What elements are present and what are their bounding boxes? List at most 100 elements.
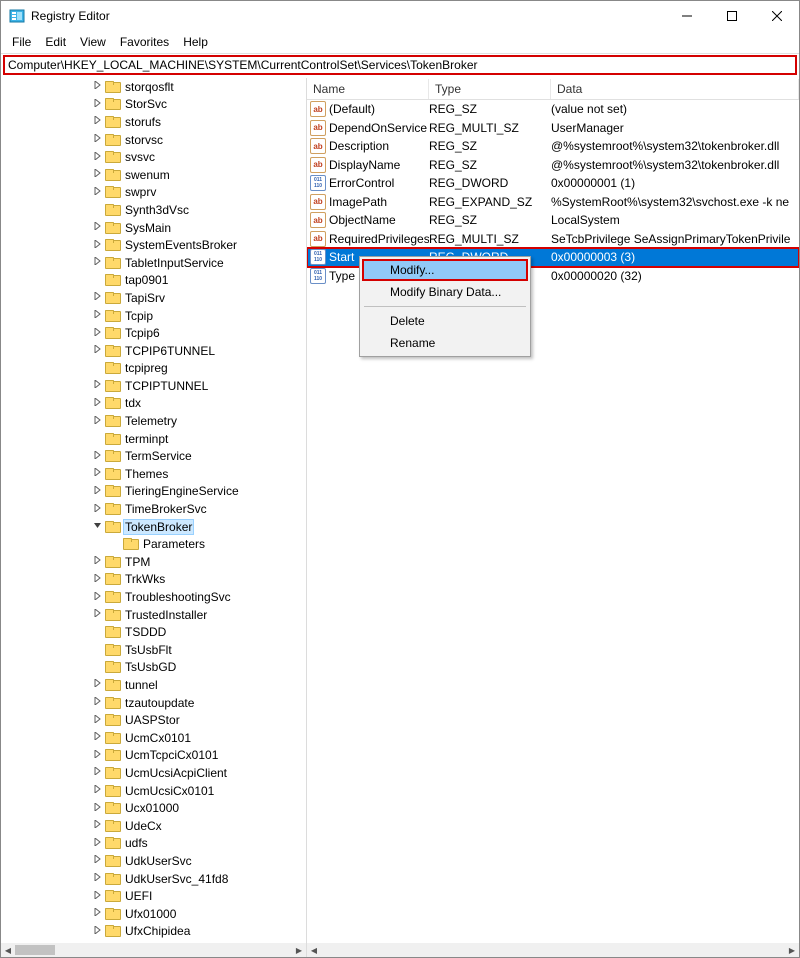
ctx-modify[interactable]: Modify... <box>362 259 528 281</box>
value-row[interactable]: ab(Default)REG_SZ(value not set) <box>307 100 799 119</box>
chevron-right-icon[interactable] <box>91 715 105 726</box>
tree-node[interactable]: TrustedInstaller <box>1 606 306 624</box>
tree-node[interactable]: tap0901 <box>1 272 306 290</box>
chevron-down-icon[interactable] <box>91 521 105 532</box>
tree-node[interactable]: Themes <box>1 465 306 483</box>
tree-node[interactable]: TabletInputService <box>1 254 306 272</box>
tree-node[interactable]: terminpt <box>1 430 306 448</box>
scroll-thumb[interactable] <box>15 945 55 955</box>
tree-node[interactable]: swenum <box>1 166 306 184</box>
chevron-right-icon[interactable] <box>91 556 105 567</box>
tree-node[interactable]: Telemetry <box>1 412 306 430</box>
chevron-right-icon[interactable] <box>91 908 105 919</box>
tree-node[interactable]: UcmTcpciCx0101 <box>1 747 306 765</box>
tree-node[interactable]: TapiSrv <box>1 289 306 307</box>
chevron-right-icon[interactable] <box>91 99 105 110</box>
tree-node[interactable]: TsUsbFlt <box>1 641 306 659</box>
tree-node[interactable]: tzautoupdate <box>1 694 306 712</box>
maximize-button[interactable] <box>709 1 754 31</box>
tree-node[interactable]: TimeBrokerSvc <box>1 500 306 518</box>
chevron-right-icon[interactable] <box>91 855 105 866</box>
tree-node[interactable]: TSDDD <box>1 623 306 641</box>
tree-node[interactable]: TokenBroker <box>1 518 306 536</box>
chevron-right-icon[interactable] <box>91 222 105 233</box>
minimize-button[interactable] <box>664 1 709 31</box>
tree-node[interactable]: storvsc <box>1 131 306 149</box>
chevron-right-icon[interactable] <box>91 873 105 884</box>
value-row[interactable]: abDisplayNameREG_SZ@%systemroot%\system3… <box>307 156 799 175</box>
tree-node[interactable]: TCPIP6TUNNEL <box>1 342 306 360</box>
scroll-right-icon[interactable]: ▶ <box>292 943 306 957</box>
chevron-right-icon[interactable] <box>91 486 105 497</box>
list-body[interactable]: ab(Default)REG_SZ(value not set)abDepend… <box>307 100 799 943</box>
menu-file[interactable]: File <box>5 33 38 51</box>
tree-node[interactable]: TCPIPTUNNEL <box>1 377 306 395</box>
tree-node[interactable]: svsvc <box>1 148 306 166</box>
tree-node[interactable]: tcpipreg <box>1 360 306 378</box>
tree-node[interactable]: tunnel <box>1 676 306 694</box>
tree-node[interactable]: StorSvc <box>1 96 306 114</box>
tree-node[interactable]: Parameters <box>1 535 306 553</box>
chevron-right-icon[interactable] <box>91 697 105 708</box>
chevron-right-icon[interactable] <box>91 504 105 515</box>
tree-node[interactable]: Ucx01000 <box>1 799 306 817</box>
chevron-right-icon[interactable] <box>91 240 105 251</box>
value-row[interactable]: abDependOnServiceREG_MULTI_SZUserManager <box>307 119 799 138</box>
chevron-right-icon[interactable] <box>91 345 105 356</box>
chevron-right-icon[interactable] <box>91 257 105 268</box>
tree-node[interactable]: Synth3dVsc <box>1 201 306 219</box>
tree-node[interactable]: SystemEventsBroker <box>1 236 306 254</box>
chevron-right-icon[interactable] <box>91 609 105 620</box>
chevron-right-icon[interactable] <box>91 328 105 339</box>
chevron-right-icon[interactable] <box>91 574 105 585</box>
value-row[interactable]: abObjectNameREG_SZLocalSystem <box>307 211 799 230</box>
menu-edit[interactable]: Edit <box>38 33 73 51</box>
tree-node[interactable]: UfxChipidea <box>1 923 306 941</box>
tree-node[interactable]: TieringEngineService <box>1 483 306 501</box>
tree-node[interactable]: SysMain <box>1 219 306 237</box>
chevron-right-icon[interactable] <box>91 732 105 743</box>
chevron-right-icon[interactable] <box>91 592 105 603</box>
scroll-track[interactable] <box>321 943 785 957</box>
chevron-right-icon[interactable] <box>91 468 105 479</box>
chevron-right-icon[interactable] <box>91 380 105 391</box>
tree-node[interactable]: TrkWks <box>1 571 306 589</box>
chevron-right-icon[interactable] <box>91 451 105 462</box>
chevron-right-icon[interactable] <box>91 838 105 849</box>
value-row[interactable]: 011110ErrorControlREG_DWORD0x00000001 (1… <box>307 174 799 193</box>
tree-node[interactable]: Tcpip6 <box>1 324 306 342</box>
chevron-right-icon[interactable] <box>91 820 105 831</box>
close-button[interactable] <box>754 1 799 31</box>
value-row[interactable]: abRequiredPrivilegesREG_MULTI_SZSeTcbPri… <box>307 230 799 249</box>
tree-node[interactable]: UdeCx <box>1 817 306 835</box>
tree-node[interactable]: storufs <box>1 113 306 131</box>
tree-node[interactable]: TsUsbGD <box>1 659 306 677</box>
tree-node[interactable]: UcmUcsiCx0101 <box>1 782 306 800</box>
tree-node[interactable]: storqosflt <box>1 78 306 96</box>
chevron-right-icon[interactable] <box>91 750 105 761</box>
tree-node[interactable]: UASPStor <box>1 711 306 729</box>
column-type[interactable]: Type <box>429 79 551 99</box>
tree-node[interactable]: UcmCx0101 <box>1 729 306 747</box>
chevron-right-icon[interactable] <box>91 398 105 409</box>
scroll-left-icon[interactable]: ◀ <box>1 943 15 957</box>
tree-node[interactable]: UdkUserSvc <box>1 852 306 870</box>
menu-view[interactable]: View <box>73 33 113 51</box>
value-row[interactable]: abDescriptionREG_SZ@%systemroot%\system3… <box>307 137 799 156</box>
tree-node[interactable]: Tcpip <box>1 307 306 325</box>
tree-node[interactable]: TroubleshootingSvc <box>1 588 306 606</box>
chevron-right-icon[interactable] <box>91 926 105 937</box>
chevron-right-icon[interactable] <box>91 292 105 303</box>
chevron-right-icon[interactable] <box>91 187 105 198</box>
chevron-right-icon[interactable] <box>91 310 105 321</box>
chevron-right-icon[interactable] <box>91 81 105 92</box>
chevron-right-icon[interactable] <box>91 116 105 127</box>
ctx-rename[interactable]: Rename <box>362 332 528 354</box>
ctx-delete[interactable]: Delete <box>362 310 528 332</box>
scroll-left-icon[interactable]: ◀ <box>307 943 321 957</box>
chevron-right-icon[interactable] <box>91 169 105 180</box>
tree-view[interactable]: storqosfltStorSvcstorufsstorvscsvsvcswen… <box>1 78 306 943</box>
tree-node[interactable]: Ufx01000 <box>1 905 306 923</box>
tree-node[interactable]: udfs <box>1 835 306 853</box>
menu-help[interactable]: Help <box>176 33 215 51</box>
